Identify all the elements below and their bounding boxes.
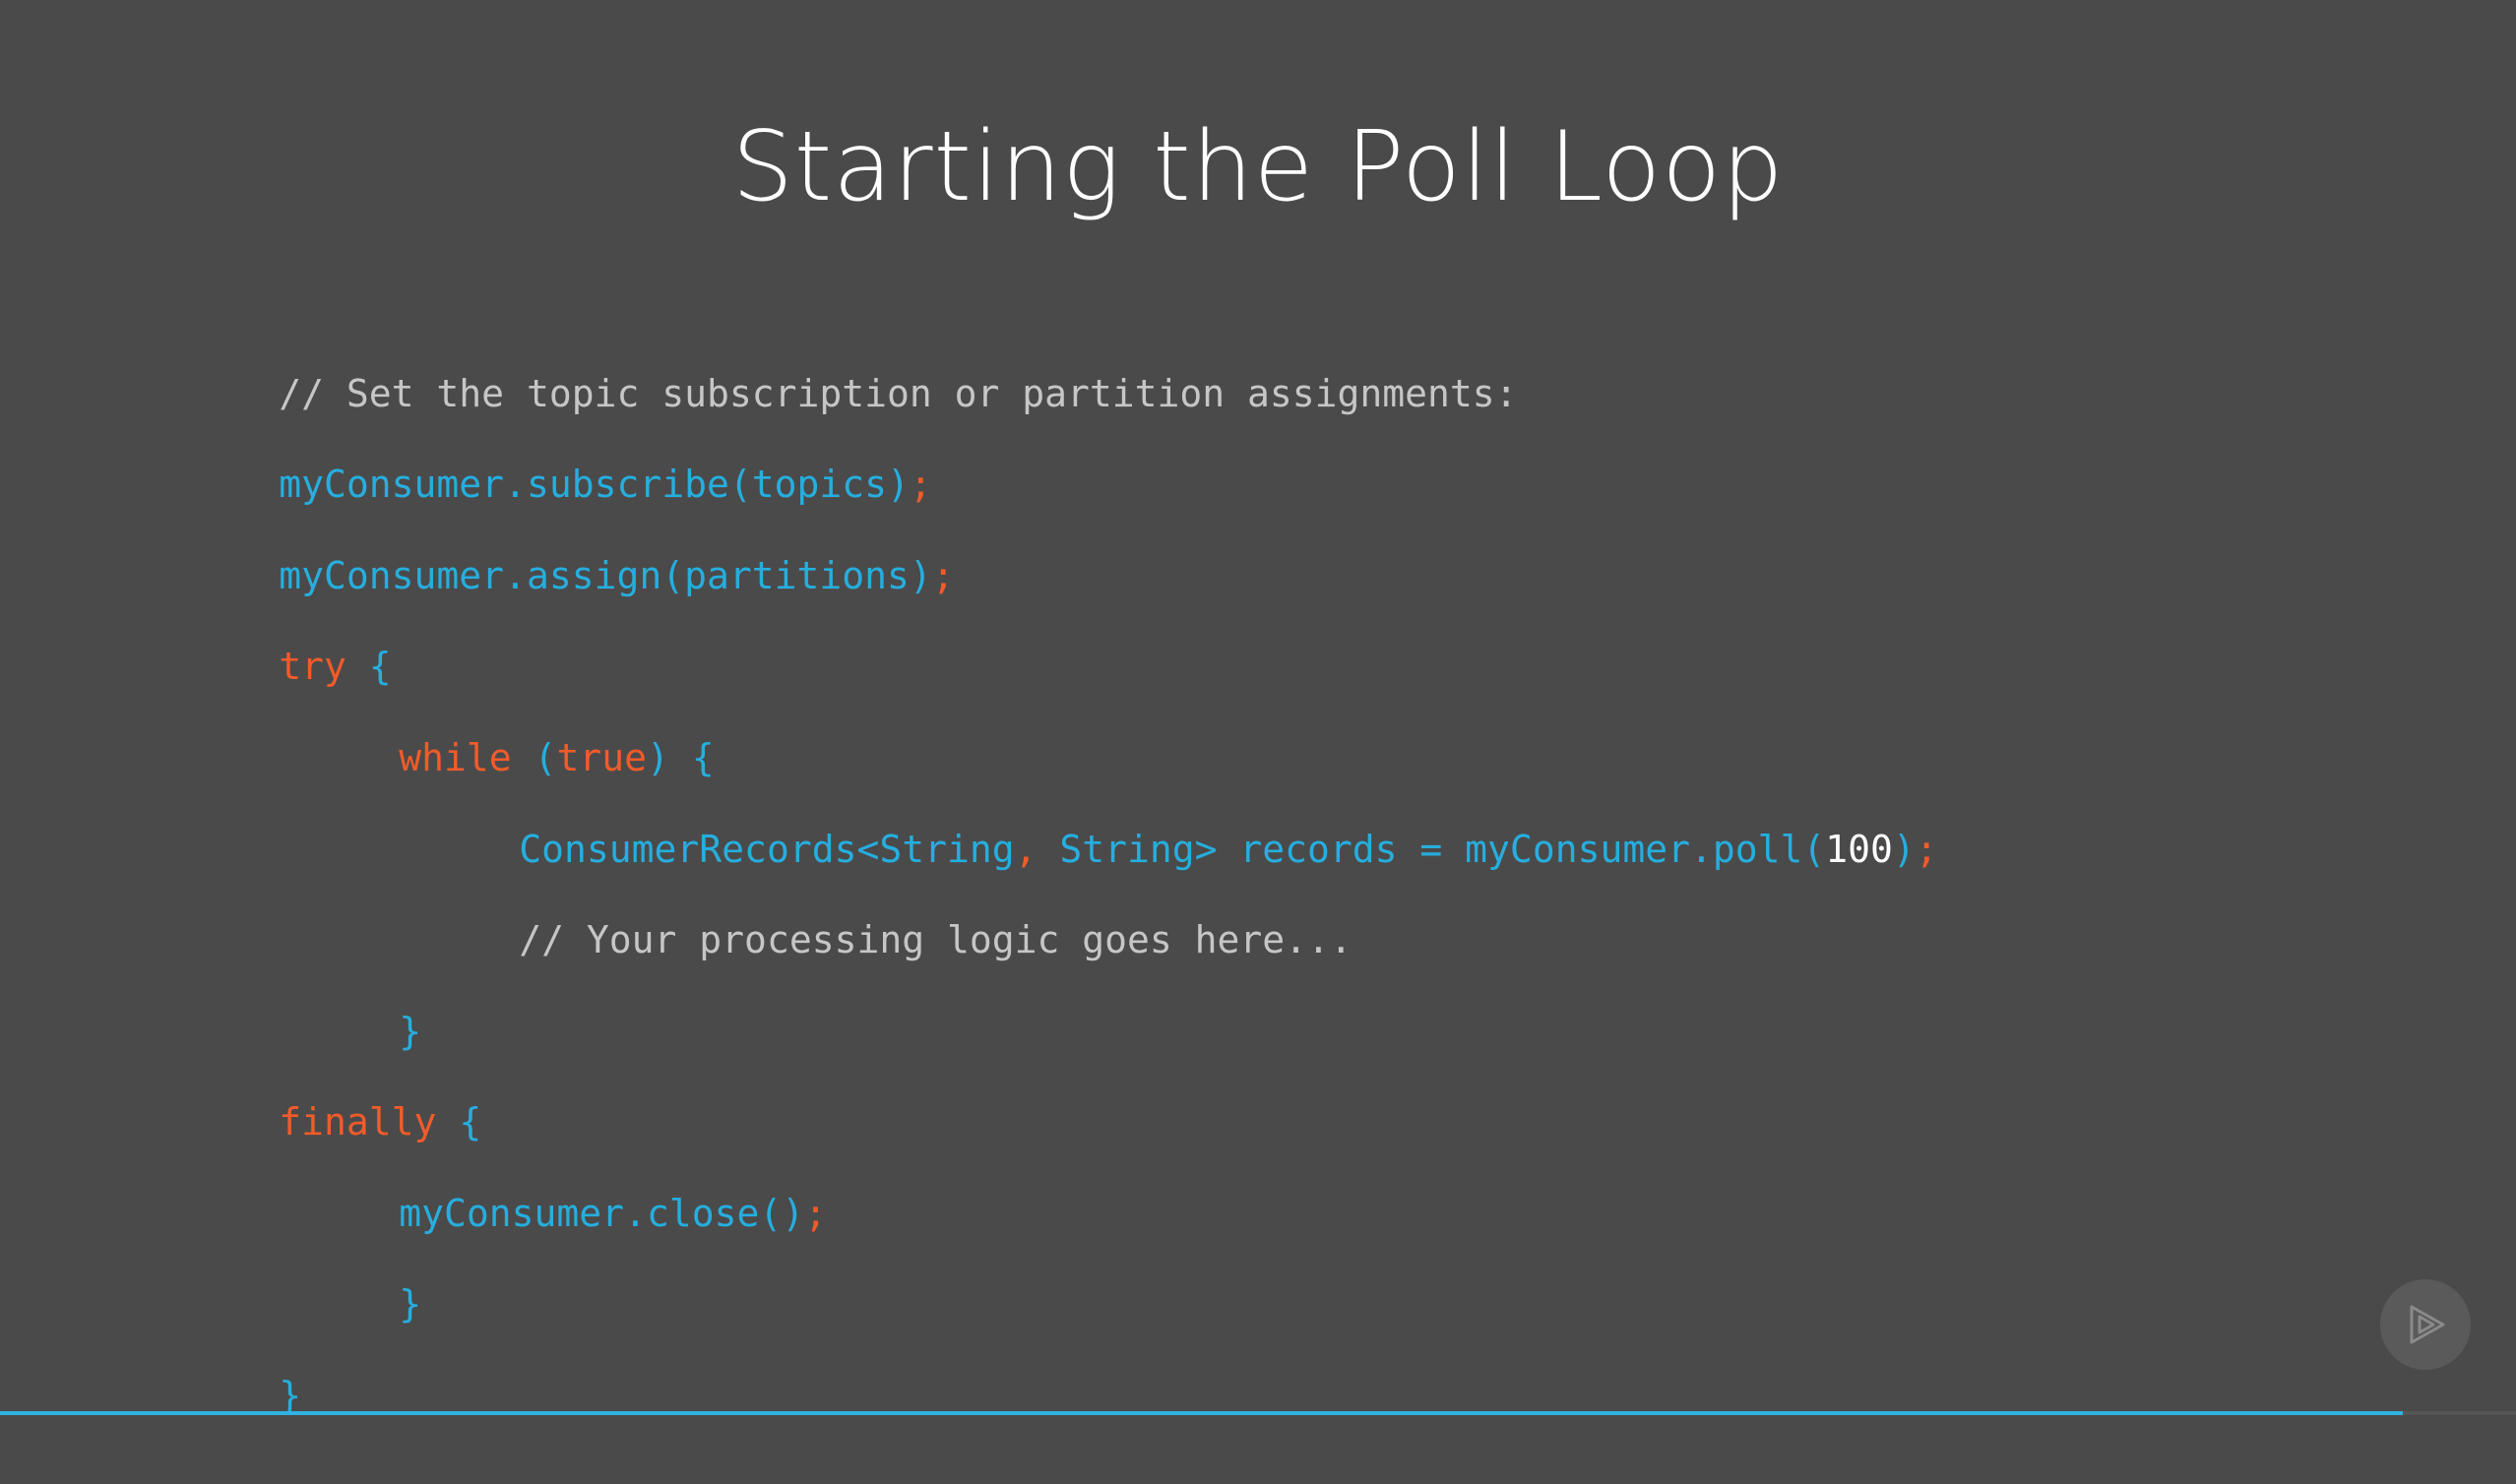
code-semicolon: ; xyxy=(1915,828,1938,871)
code-comment: // Your processing logic goes here... xyxy=(519,918,1352,961)
code-line-12: } xyxy=(144,1307,301,1417)
slide: Starting the Poll Loop // Set the topic … xyxy=(0,0,2516,1417)
slide-title: Starting the Poll Loop xyxy=(731,111,1785,223)
code-line-9: finally { xyxy=(144,1033,481,1144)
code-brace: } xyxy=(399,1282,422,1326)
video-progress-fill xyxy=(0,1411,2403,1415)
code-semicolon: ; xyxy=(931,554,955,597)
code-line-5: while (true) { xyxy=(264,669,714,779)
code-line-6: ConsumerRecords<String, String> records … xyxy=(384,761,1937,871)
play-triangle-icon xyxy=(2410,1305,2445,1344)
code-block: // Set the topic subscription or partiti… xyxy=(144,305,1937,1417)
code-line-1: // Set the topic subscription or partiti… xyxy=(144,305,1517,415)
play-logo-icon[interactable] xyxy=(2380,1279,2471,1370)
video-progress-bar[interactable] xyxy=(0,1411,2516,1415)
code-line-3: myConsumer.assign(partitions); xyxy=(144,487,954,597)
code-line-8: } xyxy=(264,943,421,1053)
code-line-4: try { xyxy=(144,578,391,688)
code-semicolon: ; xyxy=(804,1192,827,1235)
code-line-7: // Your processing logic goes here... xyxy=(384,851,1352,961)
code-line-11: } xyxy=(264,1215,421,1326)
code-line-2: myConsumer.subscribe(topics); xyxy=(144,396,931,506)
code-line-10: myConsumer.close(); xyxy=(264,1125,827,1235)
code-number: 100 xyxy=(1825,828,1893,871)
code-paren: ) xyxy=(1892,828,1916,871)
code-statement: myConsumer.close() xyxy=(399,1192,805,1235)
